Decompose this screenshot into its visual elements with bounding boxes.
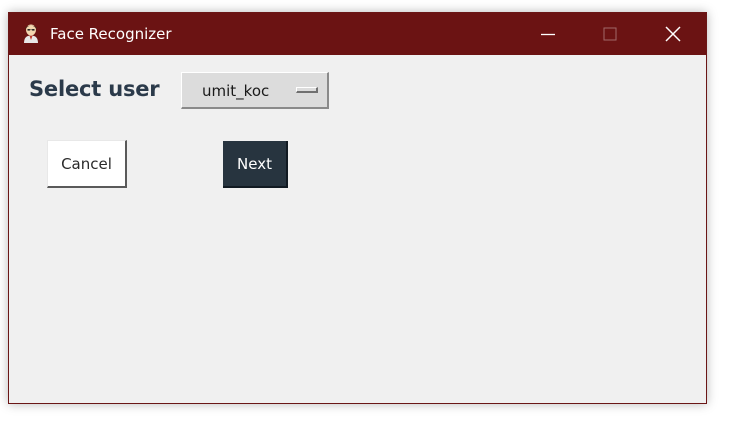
dropdown-indicator-icon bbox=[296, 87, 318, 93]
maximize-button[interactable] bbox=[579, 13, 641, 55]
minimize-button[interactable] bbox=[517, 13, 579, 55]
close-button[interactable] bbox=[642, 13, 704, 55]
close-icon bbox=[665, 26, 681, 42]
cancel-button[interactable]: Cancel bbox=[47, 140, 127, 188]
maximize-icon bbox=[603, 27, 617, 41]
face-recognizer-app-icon bbox=[21, 23, 41, 43]
user-dropdown[interactable]: umit_koc bbox=[181, 72, 329, 109]
select-user-label: Select user bbox=[29, 77, 160, 101]
app-window: Face Recognizer Select user umit_koc Can… bbox=[8, 12, 707, 404]
next-button[interactable]: Next bbox=[223, 141, 288, 188]
window-title: Face Recognizer bbox=[50, 25, 172, 43]
user-dropdown-value: umit_koc bbox=[202, 82, 270, 100]
title-bar[interactable]: Face Recognizer bbox=[9, 13, 706, 55]
minimize-icon bbox=[541, 27, 555, 41]
